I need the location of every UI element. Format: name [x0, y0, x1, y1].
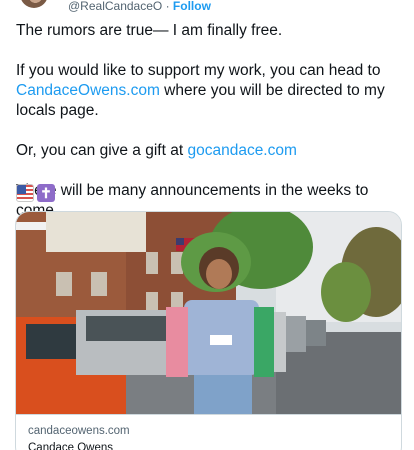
- tweet-paragraph-3: Or, you can give a gift at gocandace.com: [16, 141, 406, 161]
- tweet-paragraph-2: If you would like to support my work, yo…: [16, 61, 406, 121]
- us-flag-icon: [16, 184, 34, 202]
- card-image[interactable]: [16, 212, 401, 414]
- street-photo: [16, 212, 401, 414]
- candaceowens-link[interactable]: CandaceOwens.com: [16, 82, 160, 99]
- avatar[interactable]: [20, 0, 48, 8]
- tweet-line-1: The rumors are true— I am finally free.: [16, 22, 283, 39]
- tweet-p3-before: Or, you can give a gift at: [16, 142, 188, 159]
- separator-dot: ·: [162, 0, 173, 13]
- emoji-row: ✝: [16, 184, 55, 202]
- link-card[interactable]: candaceowens.com Candace Owens: [15, 211, 402, 450]
- latin-cross-icon: ✝: [37, 184, 55, 202]
- gocandace-link[interactable]: gocandace.com: [187, 142, 296, 159]
- author-handle[interactable]: @RealCandaceO: [68, 0, 162, 13]
- author-line: @RealCandaceO · Follow: [68, 0, 211, 13]
- tweet-text: The rumors are true— I am finally free. …: [16, 21, 406, 221]
- card-domain: candaceowens.com: [28, 425, 130, 437]
- card-title: Candace Owens: [28, 442, 114, 450]
- tweet-header: @RealCandaceO · Follow: [0, 0, 414, 13]
- card-footer: candaceowens.com Candace Owens: [16, 414, 401, 450]
- tweet-p2-before: If you would like to support my work, yo…: [16, 62, 381, 79]
- follow-button[interactable]: Follow: [173, 0, 211, 13]
